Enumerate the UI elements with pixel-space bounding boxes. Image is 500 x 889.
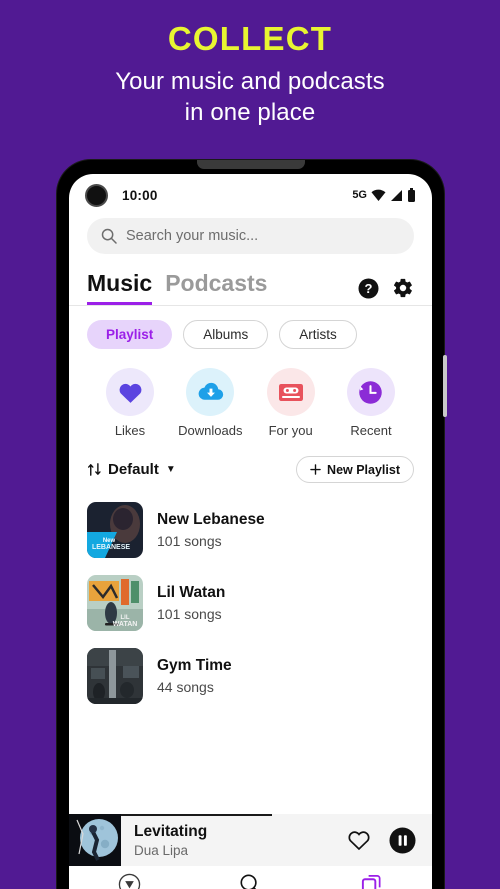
cloud-download-icon: [198, 382, 224, 400]
battery-icon: [408, 188, 415, 202]
sort-arrows-icon[interactable]: [87, 462, 102, 477]
search-bar-container: Search your music...: [69, 216, 432, 254]
phone-speaker-grille: [196, 160, 305, 169]
quick-access-downloads[interactable]: Downloads: [173, 368, 247, 438]
promo-header: COLLECT Your music and podcasts in one p…: [0, 0, 500, 129]
playlist-title: Lil Watan: [157, 583, 226, 601]
playlist-song-count: 101 songs: [157, 532, 222, 549]
status-bar: 10:00 5G: [69, 174, 432, 216]
phone-mockup: 10:00 5G Search your music... Music Podc…: [57, 160, 447, 889]
now-playing-meta: Levitating Dua Lipa: [134, 823, 207, 858]
filter-chip-row: Playlist Albums Artists: [69, 306, 432, 349]
quick-access-recent-label: Recent: [350, 423, 392, 438]
quick-access-for-you-label: For you: [268, 423, 313, 438]
quick-access-downloads-label: Downloads: [178, 423, 243, 438]
promo-subtitle: Your music and podcasts in one place: [0, 66, 500, 129]
playlist-song-count: 44 songs: [157, 678, 214, 695]
playlist-text: New Lebanese 101 songs: [157, 511, 265, 549]
promo-subtitle-line-1: Your music and podcasts: [115, 67, 385, 95]
sort-label[interactable]: Default: [108, 461, 159, 478]
library-stack-icon: [361, 875, 381, 889]
phone-screen: 10:00 5G Search your music... Music Podc…: [69, 174, 432, 889]
downloads-icon-circle: [186, 368, 235, 416]
quick-access-recent[interactable]: Recent: [334, 368, 408, 438]
gym-time-cover: [87, 647, 143, 704]
tab-music[interactable]: Music: [87, 270, 153, 305]
search-icon: [101, 228, 117, 244]
table-row[interactable]: New LEBANESE New Lebanese 101 songs: [87, 493, 414, 566]
levitating-cover: [69, 814, 121, 866]
now-playing-artist: Dua Lipa: [134, 842, 189, 858]
new-playlist-button[interactable]: New Playlist: [296, 456, 414, 483]
cassette-icon: [278, 383, 303, 401]
front-camera-punch-hole: [85, 183, 108, 207]
chevron-down-icon[interactable]: ▼: [166, 464, 176, 475]
tab-podcasts[interactable]: Podcasts: [165, 270, 267, 305]
status-bar-indicators: 5G: [352, 188, 416, 202]
playlist-song-count: 101 songs: [157, 605, 222, 622]
svg-text:?: ?: [365, 281, 373, 296]
nav-item-explore[interactable]: Explore: [69, 873, 190, 889]
chip-artists[interactable]: Artists: [279, 320, 357, 349]
cover-label-large: LEBANESE: [92, 544, 130, 551]
search-icon: [240, 874, 257, 889]
now-playing-controls: [347, 826, 432, 854]
playlist-artwork: [87, 647, 143, 704]
playlist-text: Gym Time 44 songs: [157, 657, 232, 695]
cover-label-large: WATAN: [113, 621, 138, 628]
quick-access-likes-label: Likes: [114, 423, 146, 438]
status-bar-clock: 10:00: [122, 187, 158, 203]
wifi-icon: [371, 189, 386, 201]
compass-icon: [118, 873, 141, 889]
pause-icon[interactable]: [389, 826, 416, 854]
nav-item-search[interactable]: Search: [190, 873, 311, 889]
now-playing-artwork: [69, 814, 121, 866]
promo-title: COLLECT: [167, 20, 333, 57]
recent-icon-circle: [346, 368, 395, 416]
phone-side-button: [443, 355, 447, 417]
quick-access-row: Likes Downloads For you Recent: [69, 349, 432, 438]
table-row[interactable]: Gym Time 44 songs: [87, 639, 414, 712]
promo-subtitle-line-2: in one place: [184, 99, 316, 127]
table-row[interactable]: LIL WATAN Lil Watan 101 songs: [87, 566, 414, 639]
header-actions: ?: [358, 277, 414, 305]
quick-access-for-you[interactable]: For you: [254, 368, 328, 438]
playlist-artwork: New LEBANESE: [87, 501, 143, 558]
help-icon[interactable]: ?: [358, 278, 379, 299]
cellular-signal-icon: [391, 189, 402, 201]
playlist-title: New Lebanese: [157, 510, 265, 528]
playlist-artwork: LIL WATAN: [87, 574, 143, 631]
playlist-text: Lil Watan 101 songs: [157, 584, 225, 622]
now-playing-title: Levitating: [134, 822, 208, 840]
top-tab-bar: Music Podcasts ?: [69, 254, 432, 305]
for-you-icon-circle: [266, 368, 315, 416]
search-placeholder: Search your music...: [126, 228, 259, 244]
nav-item-your-library[interactable]: Your Library: [311, 873, 432, 889]
network-type-label: 5G: [352, 189, 367, 201]
bottom-navigation-bar: Explore Search Your Library: [69, 866, 432, 889]
history-clock-icon: [359, 380, 383, 404]
sort-row: Default ▼ New Playlist: [69, 438, 432, 483]
search-input[interactable]: Search your music...: [87, 218, 414, 254]
playlist-title: Gym Time: [157, 656, 232, 674]
chip-playlist[interactable]: Playlist: [87, 320, 173, 349]
chip-albums[interactable]: Albums: [183, 320, 269, 349]
now-playing-bar[interactable]: Levitating Dua Lipa: [69, 814, 432, 866]
likes-icon-circle: [106, 368, 154, 416]
new-playlist-label: New Playlist: [327, 462, 400, 477]
settings-gear-icon[interactable]: [392, 277, 414, 299]
playlist-list: New LEBANESE New Lebanese 101 songs LIL …: [69, 483, 432, 814]
heart-outline-icon[interactable]: [347, 829, 371, 851]
heart-icon: [119, 383, 141, 403]
quick-access-likes[interactable]: Likes: [93, 368, 167, 438]
new-lebanese-cover: New LEBANESE: [87, 501, 143, 558]
plus-icon: [310, 464, 321, 475]
lil-watan-cover: LIL WATAN: [87, 574, 143, 631]
